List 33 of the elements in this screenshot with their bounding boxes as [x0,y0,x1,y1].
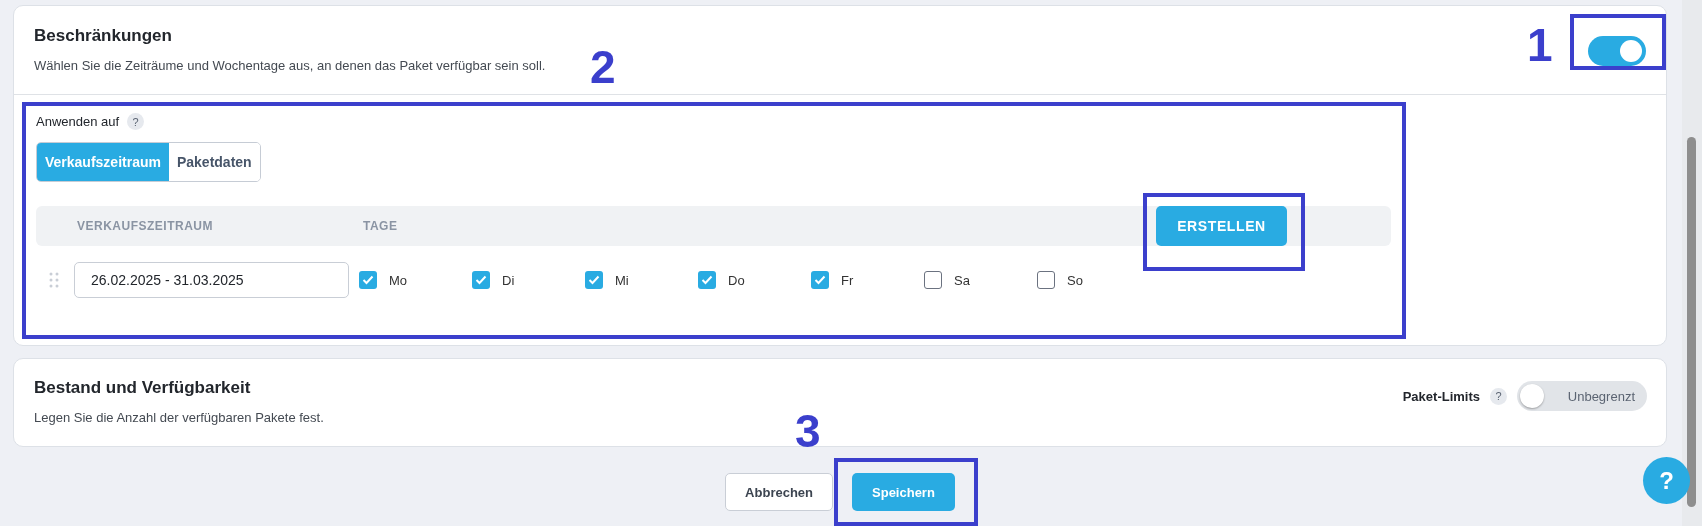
field-label: Anwenden auf [36,114,120,129]
column-header: VERKAUFSZEITRAUM [77,219,214,233]
section-title: Bestand und Verfügbarkeit [34,378,252,398]
day-checkbox[interactable] [698,271,716,289]
day-label: Sa [954,272,970,288]
date-range-field[interactable]: 26.02.2025 - 31.03.2025 [74,262,349,298]
day-checkbox[interactable] [585,271,603,289]
day-checkbox[interactable] [1037,271,1055,289]
section-description: Legen Sie die Anzahl der verfügbaren Pakete fest. [34,410,324,425]
section-description: Wählen Sie die Zeiträume und Wochentage aus, an denen das Paket verfügbar sein soll. [34,58,546,73]
day-label: Mo [389,272,408,288]
toggle-switch[interactable] [1588,36,1646,66]
annotation-number: 1 [1527,22,1553,68]
scrollbar[interactable] [1682,0,1702,526]
day-checkbox[interactable] [811,271,829,289]
limit-toggle[interactable]: Unbegrenzt [1517,381,1647,411]
day-checkbox[interactable] [472,271,490,289]
day-label: Do [728,272,745,288]
annotation-number: 2 [590,44,616,90]
drag-handle-icon[interactable] [49,272,59,288]
day-label: Di [502,272,515,288]
help-icon[interactable]: ? [1490,387,1507,405]
day-label: Fr [841,272,854,288]
section-title: Beschränkungen [34,26,173,46]
day-label: Mi [615,272,629,288]
field-label: Paket-Limits [1402,388,1480,404]
column-header: TAGE [363,219,398,233]
day-label: So [1067,272,1083,288]
day-checkbox[interactable] [359,271,377,289]
help-icon[interactable]: ? [127,113,145,130]
annotation-number: 3 [795,408,821,454]
day-checkbox[interactable] [924,271,942,289]
cancel-button[interactable]: Abbrechen [725,473,833,511]
